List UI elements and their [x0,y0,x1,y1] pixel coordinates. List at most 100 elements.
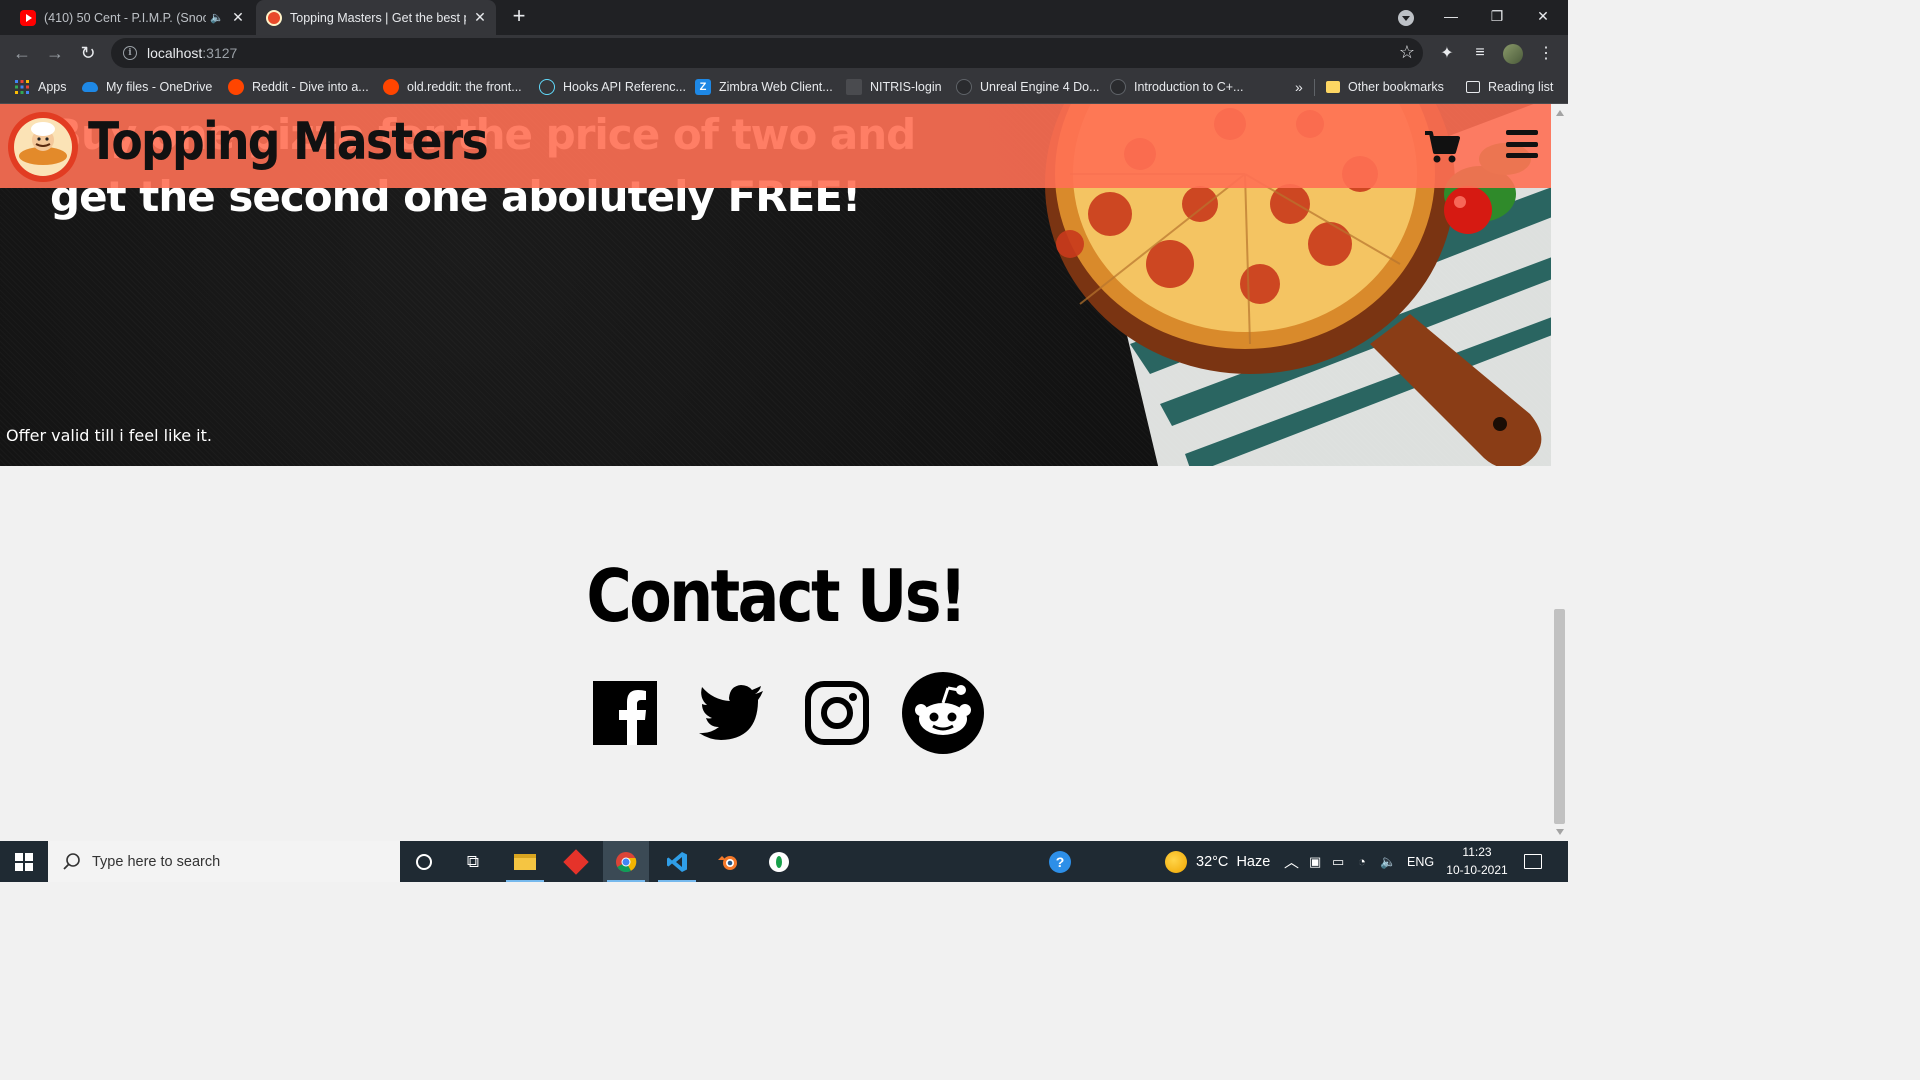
windows-taskbar: Type here to search ⧉ ? 32°C Haze ︿ ▣ ▭ … [0,841,1568,882]
profile-avatar[interactable] [1503,44,1523,64]
browser-toolbar: ← → ↻ i localhost:3127 ☆ ✦ ≡ ⋮ [0,35,1568,71]
tab-search-icon[interactable] [1398,10,1414,26]
media-control-icon[interactable]: ≡ [1469,42,1491,64]
language-indicator[interactable]: ENG [1407,841,1434,882]
folder-icon [1326,81,1340,93]
taskbar-app-green[interactable] [756,841,802,882]
extensions-icon[interactable]: ✦ [1436,42,1458,64]
bookmark-label: Unreal Engine 4 Do... [980,80,1100,94]
taskbar-vscode[interactable] [654,841,700,882]
cart-icon[interactable] [1424,128,1460,164]
tab-title: (410) 50 Cent - P.I.M.P. (Snoo [44,10,207,25]
cortana-button[interactable] [401,841,447,882]
weather-widget[interactable]: 32°C Haze [1165,841,1270,882]
facebook-icon[interactable] [593,681,657,745]
menu-kebab-icon[interactable]: ⋮ [1535,42,1557,64]
youtube-icon [20,9,36,26]
close-tab-icon[interactable]: ✕ [472,9,488,26]
forward-button[interactable]: → [43,41,67,65]
bookmark-label: Reddit - Dive into a... [252,80,369,94]
cortana-icon [416,853,432,870]
search-icon [63,852,80,870]
close-tab-icon[interactable]: ✕ [230,9,246,26]
clock-date: 10-10-2021 [1446,863,1508,877]
bookmark-zimbra[interactable]: Z Zimbra Web Client... [695,71,833,103]
tab-title: Topping Masters | Get the best p [290,10,466,25]
weather-text: 32°C Haze [1196,853,1271,870]
back-button[interactable]: ← [10,41,34,65]
meet-icon[interactable]: ▣ [1309,841,1321,882]
wifi-icon[interactable]: ◔ [1358,841,1366,882]
bookmark-old-reddit[interactable]: old.reddit: the front... [383,71,522,103]
zimbra-icon: Z [695,79,711,95]
close-window-button[interactable]: ✕ [1520,0,1566,32]
bookmark-star-icon[interactable]: ☆ [1399,42,1415,63]
help-button[interactable]: ? [1037,841,1083,882]
tab-topping-masters[interactable]: Topping Masters | Get the best p ✕ [256,0,496,35]
web-page: Buy one pizza for the price of two and g… [0,104,1551,841]
bookmark-onedrive[interactable]: My files - OneDrive [82,71,212,103]
taskbar-chrome[interactable] [603,841,649,882]
bookmark-unreal-docs[interactable]: Unreal Engine 4 Do... [956,71,1100,103]
bookmarks-overflow-button[interactable]: » [1295,71,1303,103]
bookmark-nitris[interactable]: NITRIS-login [846,71,942,103]
scroll-up-arrow-icon[interactable] [1556,110,1564,116]
site-header: Topping Masters [0,104,1551,188]
bookmark-label: Other bookmarks [1348,80,1444,94]
task-view-button[interactable]: ⧉ [450,841,496,882]
reload-button[interactable]: ↻ [76,41,100,65]
reddit-icon[interactable] [902,672,984,754]
reddit-icon [228,79,244,95]
start-button[interactable] [0,841,48,882]
scroll-down-arrow-icon[interactable] [1556,829,1564,835]
taskbar-app-red[interactable] [553,841,599,882]
logo-icon[interactable] [6,110,80,184]
tab-youtube[interactable]: (410) 50 Cent - P.I.M.P. (Snoo 🔈 ✕ [12,0,250,35]
other-bookmarks-folder[interactable]: Other bookmarks [1326,71,1444,103]
notifications-button[interactable] [1524,841,1542,882]
address-bar[interactable]: i localhost:3127 ☆ [111,38,1423,68]
site-info-icon[interactable]: i [123,46,137,60]
vscode-icon [667,851,687,872]
unreal-icon [956,79,972,95]
react-icon [539,79,555,95]
address-port: :3127 [202,45,238,61]
audio-playing-icon[interactable]: 🔈 [210,11,224,24]
taskbar-blender[interactable] [705,841,751,882]
taskbar-clock[interactable]: 11:23 10-10-2021 [1440,843,1514,879]
hamburger-menu-icon[interactable] [1506,130,1538,158]
reading-list-button[interactable]: Reading list [1466,71,1553,103]
bookmark-label: NITRIS-login [870,80,942,94]
new-tab-button[interactable]: + [508,5,530,28]
restore-button[interactable]: ❐ [1474,0,1520,32]
app-diamond-icon [563,848,589,875]
folder-icon [514,853,536,870]
volume-icon[interactable]: 🔈 [1380,841,1396,882]
contact-title: Contact Us! [586,554,967,638]
bookmark-apps[interactable]: Apps [14,71,67,103]
bookmark-intro-cpp[interactable]: Introduction to C+... [1110,71,1243,103]
chrome-icon [616,851,637,872]
twitter-icon[interactable] [697,681,765,745]
bookmark-hooks-api[interactable]: Hooks API Referenc... [539,71,686,103]
onedrive-icon [82,82,98,92]
bookmark-label: My files - OneDrive [106,80,213,94]
bookmarks-bar: Apps My files - OneDrive Reddit - Dive i… [0,71,1568,104]
battery-icon[interactable]: ▭ [1332,841,1344,882]
tray-overflow-icon[interactable]: ︿ [1284,841,1299,882]
search-placeholder: Type here to search [92,853,221,870]
nitris-icon [846,79,862,95]
minimize-button[interactable]: — [1428,0,1474,32]
reddit-icon [383,79,399,95]
page-scrollbar[interactable] [1551,104,1568,841]
brand-name[interactable]: Topping Masters [88,112,489,172]
taskbar-file-explorer[interactable] [502,841,548,882]
taskbar-search-box[interactable]: Type here to search [48,841,400,882]
bookmark-label: Hooks API Referenc... [563,80,686,94]
offer-validity-text: Offer valid till i feel like it. [6,426,212,445]
notification-icon [1524,854,1542,869]
instagram-icon[interactable] [805,681,869,745]
help-icon: ? [1049,850,1071,873]
scrollbar-thumb[interactable] [1554,609,1565,824]
bookmark-reddit[interactable]: Reddit - Dive into a... [228,71,369,103]
